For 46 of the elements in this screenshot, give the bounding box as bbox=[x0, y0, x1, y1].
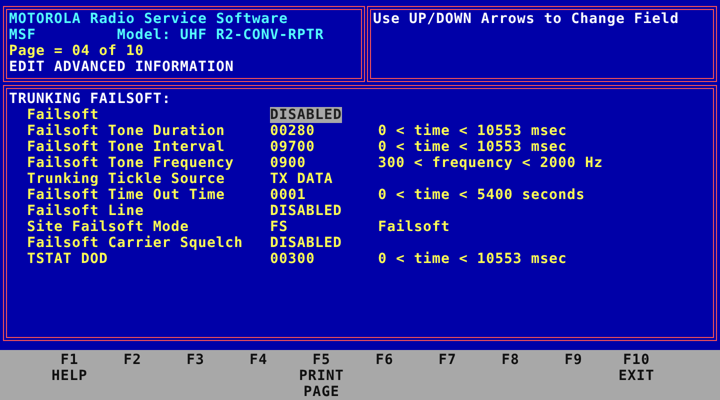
function-key[interactable]: F8 bbox=[502, 352, 520, 368]
function-key[interactable]: F4 bbox=[250, 352, 268, 368]
field-value[interactable]: 0001 bbox=[270, 187, 306, 203]
field-label: Failsoft Tone Interval bbox=[27, 139, 225, 155]
field-label: Failsoft Carrier Squelch bbox=[27, 235, 243, 251]
page-indicator: Page = 04 of 10 bbox=[9, 43, 144, 59]
field-label: Failsoft Time Out Time bbox=[27, 187, 225, 203]
field-label: TSTAT DOD bbox=[27, 251, 108, 267]
function-key[interactable]: F2 bbox=[124, 352, 142, 368]
function-key[interactable]: F6 bbox=[376, 352, 394, 368]
field-label: Failsoft bbox=[27, 107, 99, 123]
field-value[interactable]: 0900 bbox=[270, 155, 306, 171]
field-label: Trunking Tickle Source bbox=[27, 171, 225, 187]
hint-text: Use UP/DOWN Arrows to Change Field bbox=[373, 11, 679, 27]
field-range: 300 < frequency < 2000 Hz bbox=[378, 155, 603, 171]
field-label: Failsoft Line bbox=[27, 203, 144, 219]
field-range: 0 < time < 5400 seconds bbox=[378, 187, 585, 203]
field-range: 0 < time < 10553 msec bbox=[378, 251, 567, 267]
function-key-label: PRINT PAGE bbox=[298, 368, 345, 400]
field-value[interactable]: TX DATA bbox=[270, 171, 333, 187]
field-value[interactable]: FS bbox=[270, 219, 288, 235]
field-value[interactable]: 00300 bbox=[270, 251, 315, 267]
program-code: MSF bbox=[9, 27, 37, 43]
field-range: Failsoft bbox=[378, 219, 450, 235]
field-label: Failsoft Tone Frequency bbox=[27, 155, 234, 171]
section-title: TRUNKING FAILSOFT: bbox=[9, 91, 171, 107]
function-key[interactable]: F3 bbox=[186, 352, 204, 368]
field-value[interactable]: DISABLED bbox=[270, 235, 342, 251]
function-key[interactable]: F5 bbox=[312, 352, 330, 368]
field-range: 0 < time < 10553 msec bbox=[378, 123, 567, 139]
function-key[interactable]: F10 bbox=[623, 352, 650, 368]
field-value[interactable]: 00280 bbox=[270, 123, 315, 139]
function-key-label: EXIT bbox=[618, 368, 654, 384]
function-key[interactable]: F1 bbox=[60, 352, 78, 368]
function-key-label: HELP bbox=[52, 368, 88, 384]
model-label: Model: UHF R2-CONV-RPTR bbox=[117, 27, 324, 43]
mode-title: EDIT ADVANCED INFORMATION bbox=[9, 59, 234, 75]
function-key[interactable]: F9 bbox=[564, 352, 582, 368]
field-value[interactable]: 09700 bbox=[270, 139, 315, 155]
field-label: Failsoft Tone Duration bbox=[27, 123, 225, 139]
function-key[interactable]: F7 bbox=[438, 352, 456, 368]
field-value[interactable]: DISABLED bbox=[270, 107, 342, 123]
field-value[interactable]: DISABLED bbox=[270, 203, 342, 219]
app-title: MOTOROLA Radio Service Software bbox=[9, 11, 288, 27]
field-range: 0 < time < 10553 msec bbox=[378, 139, 567, 155]
field-label: Site Failsoft Mode bbox=[27, 219, 189, 235]
